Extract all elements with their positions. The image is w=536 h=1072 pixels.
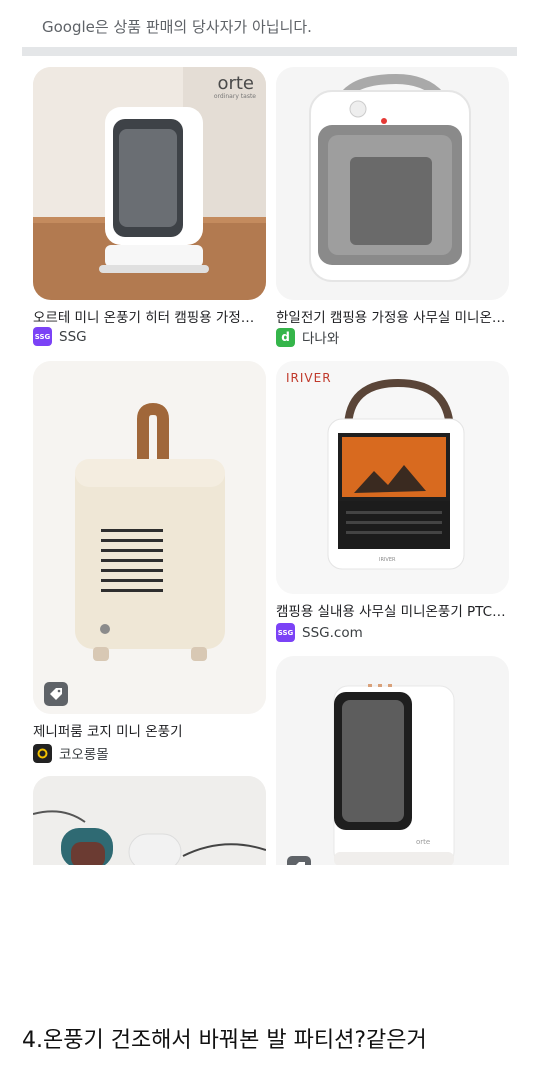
product-image[interactable] (276, 67, 509, 300)
result-item[interactable]: orte (276, 656, 509, 865)
post-section-heading: 4.온풍기 건조해서 바꿔본 발 파티션?같은거 (22, 1028, 427, 1053)
result-item[interactable] (33, 776, 266, 865)
product-title[interactable]: 제니퍼룸 코지 미니 온풍기 (33, 720, 266, 740)
shopping-results: orte ordinary taste 오르테 미니 온풍기 히터 캠핑용 가정… (22, 56, 517, 865)
product-source[interactable]: SSG SSG.com (276, 623, 363, 642)
product-image[interactable]: orte ordinary taste (33, 67, 266, 300)
section-divider (22, 47, 517, 56)
disclaimer-text: Google은 상품 판매의 당사자가 아닙니다. (42, 18, 312, 36)
product-image[interactable]: orte (276, 656, 509, 865)
source-label: 다나와 (302, 331, 340, 347)
result-item[interactable]: orte ordinary taste 오르테 미니 온풍기 히터 캠핑용 가정… (33, 67, 266, 347)
source-label: SSG.com (302, 624, 363, 641)
product-source[interactable]: d 다나와 (276, 327, 339, 347)
product-image[interactable] (33, 776, 266, 865)
product-title[interactable]: 오르테 미니 온풍기 히터 캠핑용 가정용 사무실 미니 온풍기 (33, 306, 266, 326)
device-brand: IRIVER (379, 557, 396, 563)
source-label: SSG (59, 328, 87, 345)
result-item[interactable]: 한일전기 캠핑용 가정용 사무실 미니온풍기 d 다나와 (276, 67, 509, 347)
price-tag-icon[interactable] (287, 856, 311, 865)
result-item[interactable]: IRIVER IRIVER 캠핑용 실내용 사무실 미니온풍기 PTC 히터 S… (276, 361, 509, 644)
price-tag-icon[interactable] (44, 682, 68, 706)
product-image[interactable] (33, 361, 266, 714)
ssg-favicon-icon: SSG (33, 327, 52, 346)
product-title[interactable]: 한일전기 캠핑용 가정용 사무실 미니온풍기 (276, 306, 509, 326)
product-title[interactable]: 캠핑용 실내용 사무실 미니온풍기 PTC 히터 (276, 600, 509, 620)
device-brand: orte (416, 838, 431, 846)
brand-watermark: orte (217, 73, 254, 94)
product-image[interactable]: IRIVER IRIVER (276, 361, 509, 594)
result-item[interactable]: 제니퍼룸 코지 미니 온풍기 코오롱몰 (33, 361, 266, 766)
product-source[interactable]: SSG SSG (33, 327, 87, 346)
danawa-favicon-icon: d (276, 327, 295, 347)
brand-watermark: IRIVER (286, 371, 332, 385)
ssg-favicon-icon: SSG (276, 623, 295, 642)
source-label: 코오롱몰 (59, 747, 109, 763)
brand-watermark-sub: ordinary taste (213, 93, 256, 100)
product-source[interactable]: 코오롱몰 (33, 743, 109, 763)
kolon-mall-favicon-icon (33, 743, 52, 763)
